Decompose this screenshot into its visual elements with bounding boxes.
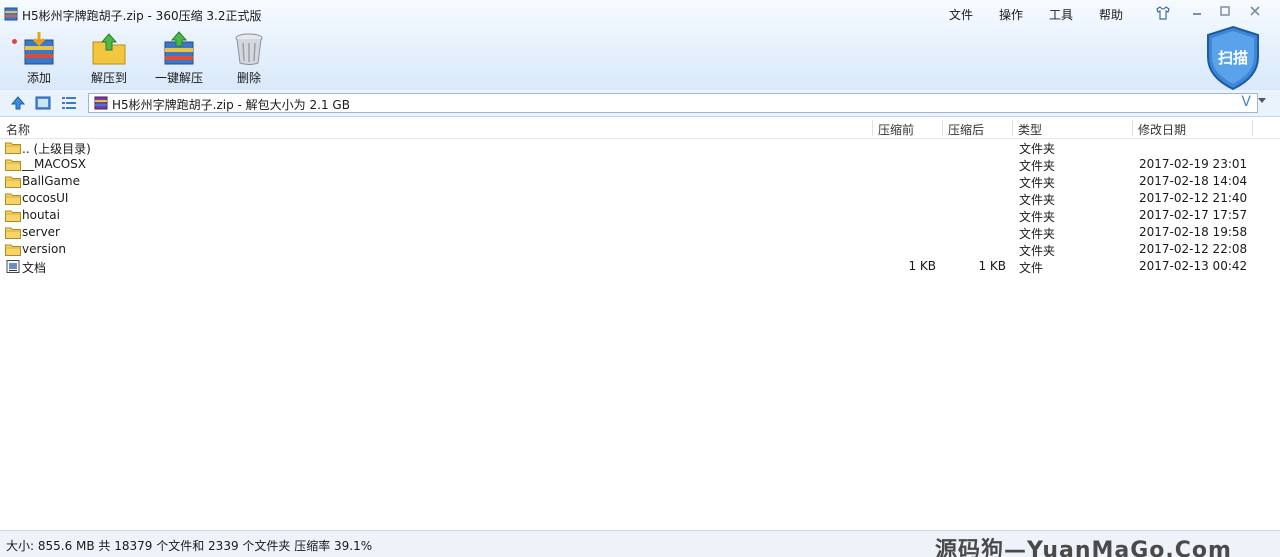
menu-help[interactable]: 帮助 [1099,6,1123,23]
column-divider[interactable] [1132,120,1133,136]
file-type: 文件夹 [1019,176,1056,190]
one-click-extract-button[interactable]: 一键解压 [148,30,210,86]
address-v-icon[interactable]: V [1241,94,1251,110]
file-type: 文件夹 [1019,159,1056,173]
delete-label: 删除 [236,71,261,85]
file-type: 文件夹 [1019,193,1056,207]
column-modified[interactable]: 修改日期 [1138,121,1186,138]
modified-date: 2017-02-12 21:40 [1139,191,1248,205]
menu-file[interactable]: 文件 [949,6,973,23]
address-input[interactable]: H5彬州字牌跑胡子.zip - 解包大小为 2.1 GB V [88,93,1258,113]
column-divider[interactable] [942,120,943,136]
file-type: 文件 [1019,261,1044,275]
column-header: 名称 压缩前 压缩后 类型 修改日期 [0,118,1280,139]
minimize-button[interactable] [1187,4,1207,20]
column-divider[interactable] [1252,120,1253,136]
minimize-icon [1193,13,1201,15]
add-button[interactable]: 添加 [8,30,70,86]
one-click-extract-label: 一键解压 [154,71,203,85]
table-row[interactable]: .. (上级目录) 文件夹 [0,139,1260,156]
archive-app-icon [4,7,18,21]
file-icon [6,260,20,273]
one-click-extract-icon [164,31,194,65]
file-name: 文档 [22,261,47,275]
file-type: 文件夹 [1019,227,1056,241]
notification-dot [12,39,17,44]
file-name: .. (上级目录) [22,142,91,156]
file-name: cocosUI [22,191,69,205]
menu-operate[interactable]: 操作 [999,6,1023,23]
window-title: H5彬州字牌跑胡子.zip - 360压缩 3.2正式版 [22,9,262,23]
table-row[interactable]: houtai 文件夹 2017-02-17 17:57 [0,207,1260,224]
file-type: 文件夹 [1019,244,1056,258]
maximize-icon [1220,6,1230,16]
folder-icon [5,176,21,188]
table-row[interactable]: version 文件夹 2017-02-12 22:08 [0,241,1260,258]
scan-label: 扫描 [1217,49,1248,67]
table-row[interactable]: 文档 1 KB 1 KB 文件 2017-02-13 00:42 [0,258,1260,275]
modified-date: 2017-02-12 22:08 [1139,242,1248,256]
column-type[interactable]: 类型 [1018,121,1042,138]
close-button[interactable] [1245,4,1265,20]
extract-to-label: 解压到 [90,71,127,85]
modified-date: 2017-02-13 00:42 [1139,259,1248,273]
status-bar: 大小: 855.6 MB 共 18379 个文件和 2339 个文件夹 压缩率 … [0,530,1280,557]
delete-button[interactable]: 删除 [218,30,280,86]
watermark-text: 源码狗—YuanMaGo.Com [935,538,1232,557]
modified-date: 2017-02-19 23:01 [1139,157,1248,171]
file-name: BallGame [22,174,80,188]
view-large-icon[interactable] [35,95,51,111]
table-row[interactable]: __MACOSX 文件夹 2017-02-19 23:01 [0,156,1260,173]
address-path: H5彬州字牌跑胡子.zip - 解包大小为 2.1 GB [112,98,350,112]
delete-icon [235,33,263,65]
status-text: 大小: 855.6 MB 共 18379 个文件和 2339 个文件夹 压缩率 … [6,539,373,553]
file-name: houtai [22,208,60,222]
modified-date: 2017-02-18 19:58 [1139,225,1248,239]
archive-window: H5彬州字牌跑胡子.zip - 360压缩 3.2正式版 文件 操作 工具 帮助 [0,0,1280,557]
modified-date: 2017-02-18 14:04 [1139,174,1248,188]
file-name: server [22,225,60,239]
add-archive-icon [24,32,54,65]
file-name: __MACOSX [22,157,87,171]
folder-icon [5,227,21,239]
size-before: 1 KB [908,259,936,273]
folder-icon [5,159,21,171]
add-label: 添加 [26,71,51,85]
column-after[interactable]: 压缩后 [948,121,984,138]
file-type: 文件夹 [1019,142,1056,156]
address-dropdown-icon[interactable] [1258,98,1266,103]
file-list: 名称 压缩前 压缩后 类型 修改日期 .. (上级目录) 文件夹 __MACOS… [0,118,1280,530]
file-name: version [22,242,66,256]
table-row[interactable]: server 文件夹 2017-02-18 19:58 [0,224,1260,241]
folder-icon [5,142,21,154]
file-type: 文件夹 [1019,210,1056,224]
table-row[interactable]: cocosUI 文件夹 2017-02-12 21:40 [0,190,1260,207]
table-row[interactable]: BallGame 文件夹 2017-02-18 14:04 [0,173,1260,190]
column-before[interactable]: 压缩前 [878,121,914,138]
skin-shirt-icon[interactable] [1155,5,1171,21]
folder-icon [5,193,21,205]
extract-to-icon [92,33,126,65]
title-bar: H5彬州字牌跑胡子.zip - 360压缩 3.2正式版 文件 操作 工具 帮助 [0,0,1280,28]
archive-file-icon [94,96,108,110]
maximize-button[interactable] [1215,4,1235,20]
modified-date: 2017-02-17 17:57 [1139,208,1248,222]
folder-icon [5,244,21,256]
column-name[interactable]: 名称 [6,121,30,138]
menu-tools[interactable]: 工具 [1049,6,1073,23]
view-list-icon[interactable] [61,95,77,111]
extract-to-button[interactable]: 解压到 [78,30,140,86]
close-icon [1250,6,1260,16]
up-level-icon[interactable] [10,95,26,111]
folder-icon [5,210,21,222]
title-toolbar-area: H5彬州字牌跑胡子.zip - 360压缩 3.2正式版 文件 操作 工具 帮助 [0,0,1280,91]
size-after: 1 KB [978,259,1006,273]
address-bar-row: H5彬州字牌跑胡子.zip - 解包大小为 2.1 GB V [0,90,1280,117]
scan-button[interactable]: 扫描 [1204,25,1262,91]
column-divider[interactable] [872,120,873,136]
column-divider[interactable] [1012,120,1013,136]
